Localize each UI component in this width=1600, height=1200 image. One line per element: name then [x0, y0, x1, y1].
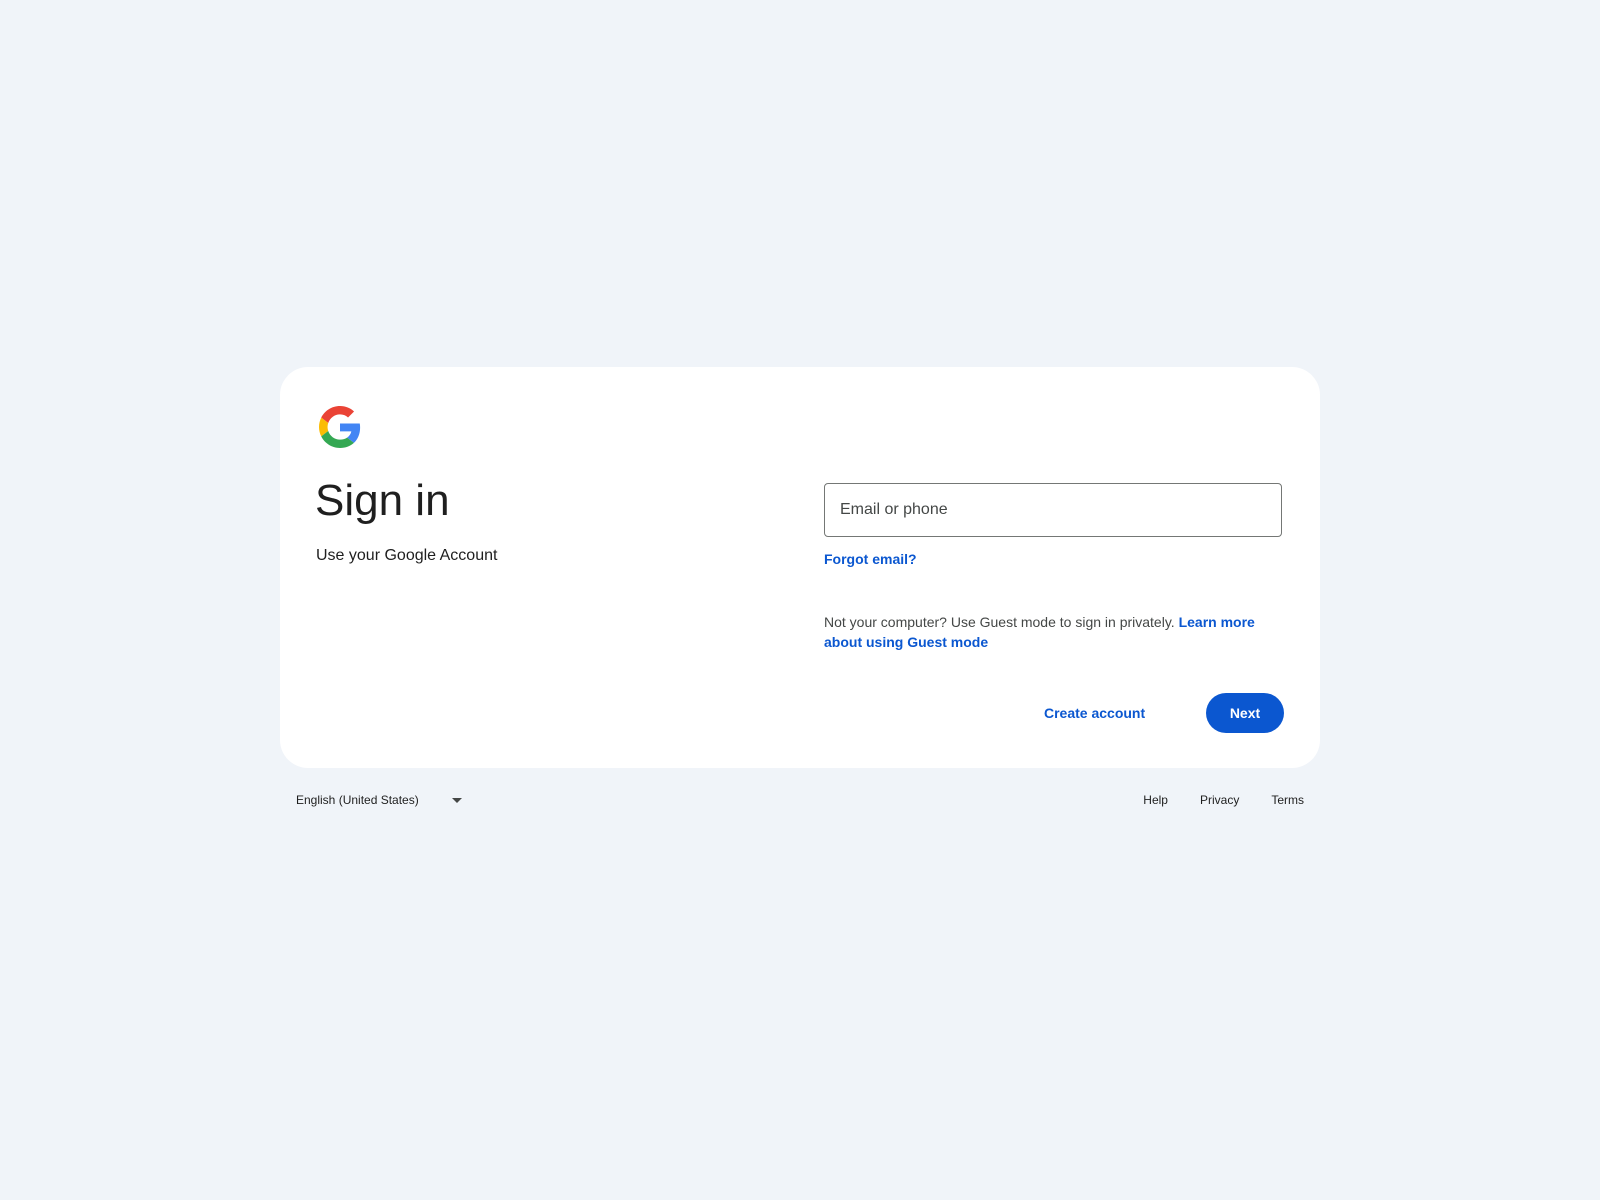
email-input[interactable] — [825, 484, 1281, 536]
privacy-link[interactable]: Privacy — [1200, 793, 1239, 807]
guest-mode-text: Not your computer? Use Guest mode to sig… — [824, 614, 1179, 630]
chevron-down-icon — [452, 798, 462, 803]
footer-links: Help Privacy Terms — [1111, 790, 1304, 810]
email-field[interactable] — [824, 483, 1282, 537]
sign-in-card: Sign in Use your Google Account Forgot e… — [280, 367, 1320, 768]
forgot-email-link[interactable]: Forgot email? — [824, 549, 917, 569]
terms-link[interactable]: Terms — [1271, 793, 1304, 807]
language-selector-label: English (United States) — [296, 793, 419, 807]
language-selector[interactable]: English (United States) — [296, 790, 462, 810]
next-button[interactable]: Next — [1206, 693, 1284, 733]
guest-mode-notice: Not your computer? Use Guest mode to sig… — [824, 612, 1274, 652]
google-logo-icon — [319, 406, 361, 448]
create-account-button[interactable]: Create account — [1044, 693, 1145, 733]
page-subtitle: Use your Google Account — [316, 547, 498, 564]
page-title: Sign in — [315, 476, 450, 525]
help-link[interactable]: Help — [1143, 793, 1168, 807]
